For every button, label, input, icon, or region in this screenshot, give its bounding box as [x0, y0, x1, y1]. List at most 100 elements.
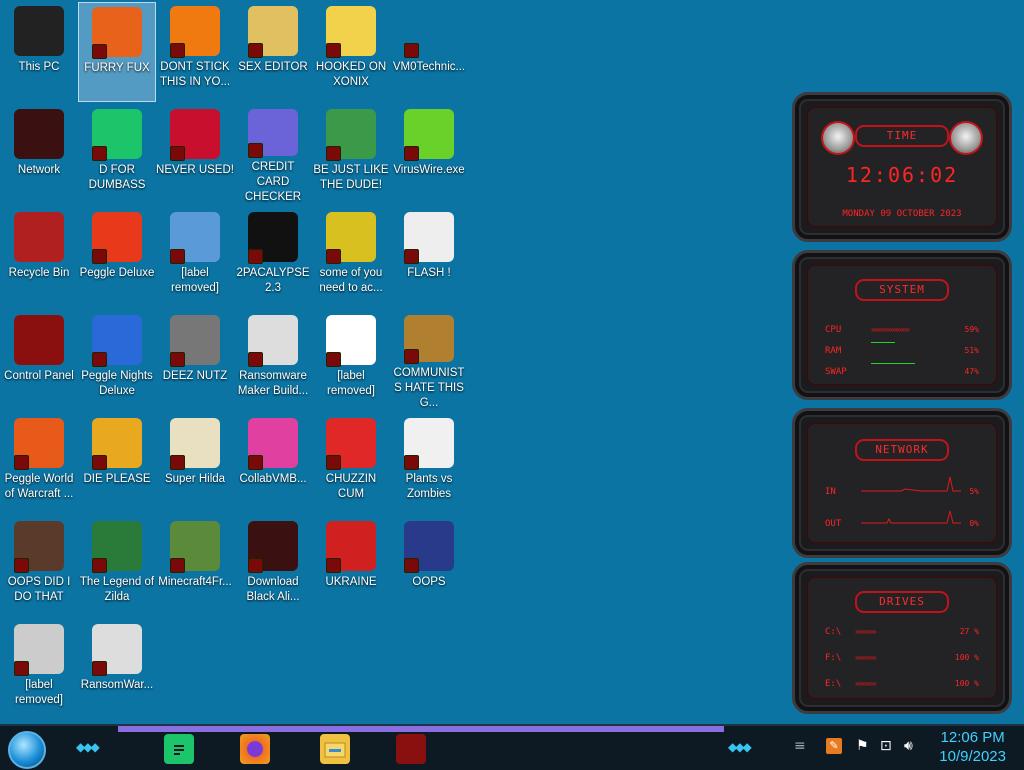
shortcut-badge-icon — [92, 558, 107, 573]
sketch-app-icon[interactable]: ✎ — [826, 738, 842, 754]
desktop-icon-label: HOOKED ON XONIX — [315, 61, 387, 88]
show-hidden-icons[interactable]: ≡ — [794, 738, 806, 754]
drive-label: C:\ — [825, 627, 842, 637]
chuzzle-icon — [326, 418, 376, 470]
desktop-icon[interactable]: [label removed] — [312, 311, 390, 411]
desktop-icon[interactable]: CollabVMB... — [234, 414, 312, 514]
desktop-icon[interactable]: Peggle Deluxe — [78, 208, 156, 308]
shortcut-badge-icon — [404, 146, 419, 161]
time-title: TIME — [855, 125, 949, 147]
desktop-icon[interactable]: some of you need to ac... — [312, 208, 390, 308]
desktop-icon-label: OOPS DID I DO THAT — [7, 576, 71, 603]
desktop-icon[interactable]: Network — [0, 105, 78, 205]
shortcut-badge-icon — [92, 146, 107, 161]
shortcut-badge-icon — [326, 455, 341, 470]
desktop-icon[interactable]: UKRAINE — [312, 517, 390, 617]
desktop-icon[interactable]: The Legend of Zilda — [78, 517, 156, 617]
shortcut-badge-icon — [404, 43, 419, 58]
desktop-icon[interactable]: SEX EDITOR — [234, 2, 312, 102]
desktop-icon[interactable]: Plants vs Zombies — [390, 414, 468, 514]
desktop-icon-label: 2PACALYPSE 2.3 — [236, 267, 310, 294]
alien-head-icon — [949, 121, 983, 155]
firefox-icon — [92, 7, 142, 59]
date-value: MONDAY 09 OCTOBER 2023 — [842, 209, 962, 219]
portrait-icon — [14, 521, 64, 573]
flags-icon — [326, 315, 376, 367]
installer-window-icon — [248, 315, 298, 367]
shortcut-badge-icon — [170, 558, 185, 573]
desktop-icon[interactable]: Peggle World of Warcraft ... — [0, 414, 78, 514]
desktop-icon[interactable]: 2PACALYPSE 2.3 — [234, 208, 312, 308]
shortcut-badge-icon — [170, 352, 185, 367]
desktop-icon[interactable]: DONT STICK THIS IN YO... — [156, 2, 234, 102]
shortcut-badge-icon — [326, 146, 341, 161]
desktop-icon[interactable]: CREDIT CARD CHECKER — [234, 105, 312, 205]
network-title: NETWORK — [855, 439, 949, 461]
skull-icon — [92, 624, 142, 676]
desktop-icon[interactable]: D FOR DUMBASS — [78, 105, 156, 205]
chat-app-icon[interactable] — [164, 734, 194, 764]
desktop-icon[interactable]: VM0Technic... — [390, 2, 468, 102]
file-explorer-icon[interactable] — [320, 734, 350, 764]
decoration-dots: ◆◆◆ — [728, 740, 752, 754]
shortcut-badge-icon — [92, 661, 107, 676]
shortcut-badge-icon — [326, 43, 341, 58]
grass-block-icon — [170, 521, 220, 573]
desktop-icon[interactable]: VirusWire.exe — [390, 105, 468, 205]
stacked-windows-icon — [170, 315, 220, 367]
desktop-icon[interactable]: OOPS DID I DO THAT — [0, 517, 78, 617]
desktop-icon[interactable]: Recycle Bin — [0, 208, 78, 308]
flower-icon — [404, 418, 454, 470]
hxd-editor-icon — [248, 6, 298, 58]
desktop-icon[interactable]: FLASH ! — [390, 208, 468, 308]
desktop-icon-label: VirusWire.exe — [393, 164, 465, 176]
drive-bar: »»»»»» — [855, 653, 877, 662]
desktop-icon[interactable]: Peggle Nights Deluxe — [78, 311, 156, 411]
desktop-icon-label: Download Black Ali... — [246, 576, 300, 603]
desktop-icon-label: BE JUST LIKE THE DUDE! — [313, 164, 389, 191]
shortcut-badge-icon — [170, 43, 185, 58]
system-title: SYSTEM — [855, 279, 949, 301]
shortcut-badge-icon — [170, 455, 185, 470]
desktop-icon-label: [label removed] — [15, 679, 63, 706]
desktop-icon[interactable]: Control Panel — [0, 311, 78, 411]
network-icon[interactable]: ⊡ — [880, 738, 892, 754]
desktop-icon[interactable]: RansomWar... — [78, 620, 156, 720]
chat-bubble-icon — [92, 109, 142, 161]
shortcut-badge-icon — [92, 249, 107, 264]
desktop-icon[interactable]: [label removed] — [156, 208, 234, 308]
de-letter-icon — [92, 418, 142, 470]
control-panel-icon[interactable] — [396, 734, 426, 764]
shortcut-badge-icon — [14, 661, 29, 676]
traffic-cone-icon — [170, 6, 220, 58]
desktop-icon[interactable]: HOOKED ON XONIX — [312, 2, 390, 102]
desktop-icon-label: COMMUNISTS HATE THIS G... — [393, 367, 465, 409]
desktop-icon[interactable]: Ransomware Maker Build... — [234, 311, 312, 411]
drive-label: E:\ — [825, 679, 842, 689]
in-graph — [861, 476, 961, 492]
desktop-icon[interactable]: Super Hilda — [156, 414, 234, 514]
volume-icon[interactable]: 🔊︎ — [904, 738, 913, 754]
credit-card-icon — [248, 109, 298, 158]
desktop-icon[interactable]: Minecraft4Fr... — [156, 517, 234, 617]
flag-icon[interactable]: ⚑ — [856, 738, 869, 754]
desktop-icon[interactable]: BE JUST LIKE THE DUDE! — [312, 105, 390, 205]
shortcut-badge-icon — [404, 558, 419, 573]
swap-graph — [871, 363, 915, 364]
desktop-icon[interactable]: CHUZZIN CUM — [312, 414, 390, 514]
desktop-icon[interactable]: NEVER USED! — [156, 105, 234, 205]
clock[interactable]: 12:06 PM 10/9/2023 — [939, 728, 1006, 766]
desktop-icon[interactable]: This PC — [0, 2, 78, 102]
drive-value: 27 % — [959, 627, 979, 636]
desktop-icon[interactable]: COMMUNISTS HATE THIS G... — [390, 311, 468, 411]
desktop-icon[interactable]: OOPS — [390, 517, 468, 617]
firefox-icon[interactable] — [240, 734, 270, 764]
desktop-icon[interactable]: DIE PLEASE — [78, 414, 156, 514]
desktop-icon[interactable]: [label removed] — [0, 620, 78, 720]
desktop-icon-label: Ransomware Maker Build... — [237, 370, 309, 397]
desktop-icon[interactable]: Download Black Ali... — [234, 517, 312, 617]
shortcut-badge-icon — [14, 455, 29, 470]
start-orb-icon[interactable] — [8, 731, 46, 769]
desktop-icon[interactable]: FURRY FUX — [78, 2, 156, 102]
desktop-icon[interactable]: DEEZ NUTZ — [156, 311, 234, 411]
